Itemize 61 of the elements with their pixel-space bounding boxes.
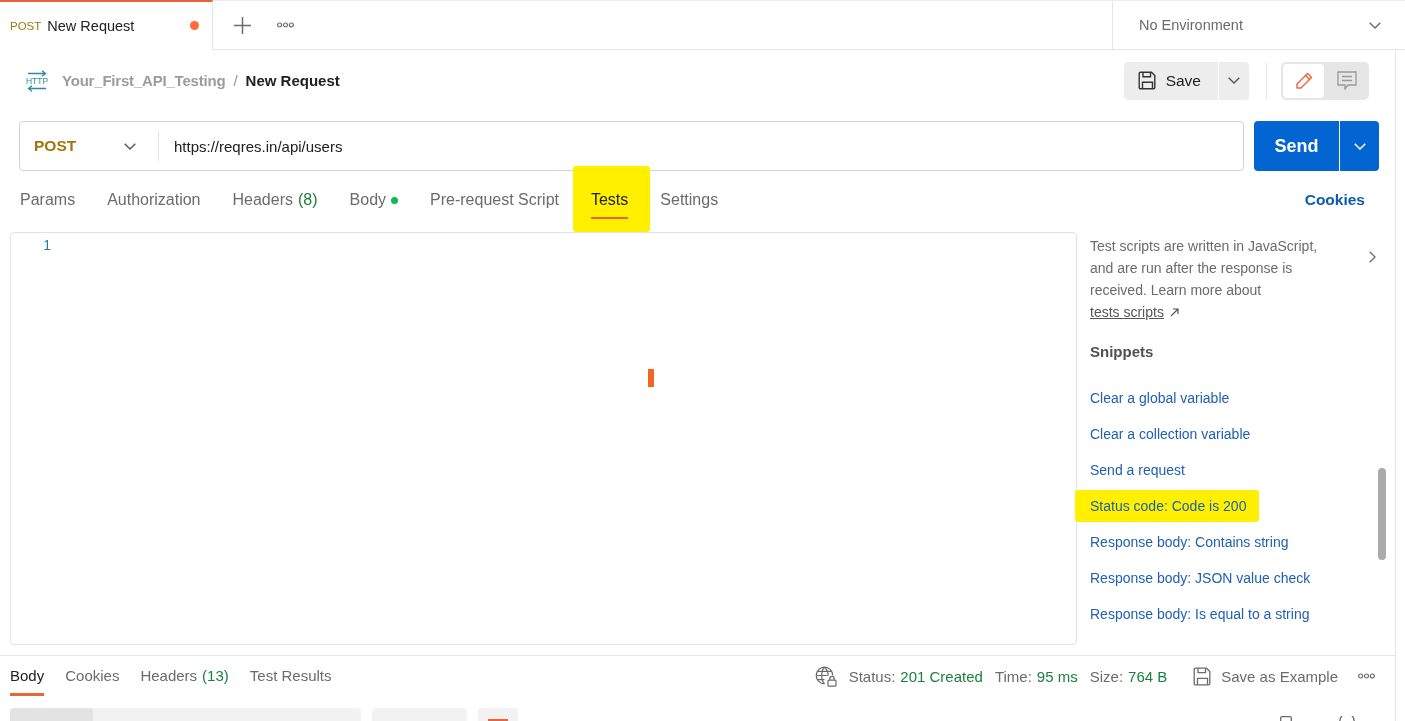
save-as-example-button[interactable]: Save as Example: [1193, 666, 1338, 686]
size-value: 764 B: [1128, 667, 1168, 685]
more-icon: [1358, 673, 1375, 679]
comment-icon: [1336, 71, 1357, 90]
snippet-link[interactable]: Clear a collection variable: [1090, 424, 1251, 444]
cookies-link[interactable]: Cookies: [1304, 185, 1365, 209]
save-icon: [1137, 71, 1157, 90]
wrap-lines-button[interactable]: [478, 708, 518, 721]
pencil-icon: [1294, 71, 1313, 90]
code-editor[interactable]: 1: [10, 232, 1077, 645]
globe-lock-icon[interactable]: [814, 665, 837, 687]
snippet-link[interactable]: Clear a global variable: [1090, 388, 1230, 408]
url-field[interactable]: https://reqres.in/api/users: [174, 137, 343, 155]
status-label: Status:: [848, 667, 896, 685]
time-value: 95 ms: [1036, 667, 1078, 685]
snippets-heading: Snippets: [1090, 342, 1155, 362]
text-cursor: [648, 369, 654, 387]
caret-icon: [1228, 77, 1240, 84]
help-text: Test scripts are written in JavaScript, and are run after the response is received. Learn more about tests scripts: [1090, 235, 1342, 323]
request-tab[interactable]: Authorization: [107, 185, 201, 219]
external-link-icon: [1169, 307, 1179, 317]
save-button[interactable]: Save: [1123, 61, 1218, 100]
collapse-panel-button[interactable]: [1367, 249, 1378, 265]
time-label: Time:: [994, 667, 1032, 685]
size-label: Size:: [1089, 667, 1124, 685]
request-tab[interactable]: Headers (8): [232, 185, 318, 219]
caret-icon: [124, 142, 136, 150]
response-tab[interactable]: Test Results: [249, 667, 332, 696]
edit-mode-button[interactable]: [1283, 63, 1324, 98]
breadcrumb-separator: /: [233, 72, 238, 89]
response-tab[interactable]: Cookies: [65, 667, 120, 696]
snippet-link[interactable]: Response body: Is equal to a string: [1090, 604, 1310, 624]
snippet-link[interactable]: Status code: Code is 200: [1090, 496, 1247, 516]
request-tab[interactable]: Tests: [590, 185, 629, 219]
response-tab[interactable]: Body: [10, 667, 45, 696]
method-dropdown[interactable]: POST: [20, 131, 159, 161]
snippet-link[interactable]: Send a request: [1090, 460, 1185, 480]
request-tab[interactable]: POST New Request: [0, 0, 213, 50]
request-tab[interactable]: Body: [349, 185, 399, 219]
response-tab[interactable]: Headers (13): [140, 667, 229, 696]
request-name[interactable]: New Request: [245, 72, 340, 89]
send-options-button[interactable]: [1340, 121, 1379, 171]
caret-icon: [1353, 142, 1366, 150]
line-number: 1: [43, 236, 51, 255]
request-tab[interactable]: Params: [20, 185, 76, 219]
save-options-button[interactable]: [1219, 61, 1249, 100]
help-link[interactable]: tests scripts: [1090, 301, 1179, 323]
caret-icon: [1369, 21, 1381, 29]
environment-dropdown[interactable]: No Environment: [1112, 1, 1405, 50]
send-button[interactable]: Send: [1254, 121, 1339, 171]
chevron-right-icon: [1369, 251, 1376, 263]
request-tab[interactable]: Pre-request Script: [430, 185, 559, 219]
save-icon: [1193, 666, 1213, 686]
status-value: 201 Created: [900, 667, 983, 685]
snippet-link[interactable]: Response body: Contains string: [1090, 532, 1289, 552]
dash-icon: [488, 719, 508, 721]
scrollbar-thumb[interactable]: [1378, 468, 1386, 560]
request-tab[interactable]: Settings: [660, 185, 719, 219]
snippet-link[interactable]: Response body: JSON value check: [1090, 568, 1311, 588]
plus-icon: [234, 16, 251, 34]
more-icon: [277, 22, 294, 28]
